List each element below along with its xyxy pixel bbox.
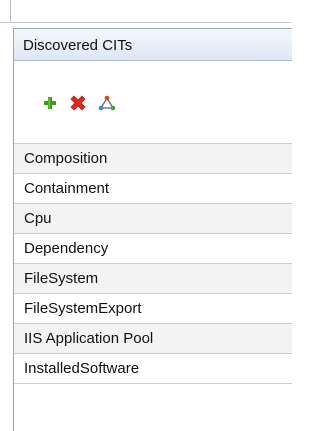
- relations-icon: [98, 95, 116, 111]
- discovered-cits-panel: Discovered CITs Composition Containment …: [13, 28, 292, 431]
- delete-icon: [70, 95, 86, 111]
- list-item-label: FileSystem: [24, 270, 99, 287]
- cit-list: Composition Containment Cpu Dependency FileS…: [14, 143, 292, 384]
- list-item[interactable]: Containment: [14, 174, 292, 204]
- add-icon: [44, 97, 56, 109]
- top-strip: [0, 0, 291, 23]
- panel-header: Discovered CITs: [14, 29, 292, 61]
- top-divider: [10, 0, 11, 22]
- list-item-label: IIS Application Pool: [24, 330, 154, 347]
- list-item[interactable]: IIS Application Pool: [14, 324, 292, 354]
- list-item[interactable]: InstalledSoftware: [14, 354, 292, 384]
- list-item[interactable]: Composition: [14, 144, 292, 174]
- list-item[interactable]: Dependency: [14, 234, 292, 264]
- list-item[interactable]: Cpu: [14, 204, 292, 234]
- list-item-label: Containment: [24, 180, 110, 197]
- panel-toolbar: [14, 91, 292, 115]
- list-item-label: Cpu: [24, 210, 52, 227]
- list-item-label: InstalledSoftware: [24, 360, 140, 377]
- relations-button[interactable]: [95, 91, 119, 115]
- list-item-label: FileSystemExport: [24, 300, 142, 317]
- add-button[interactable]: [38, 91, 62, 115]
- list-item-label: Composition: [24, 150, 108, 167]
- list-item[interactable]: FileSystem: [14, 264, 292, 294]
- list-item[interactable]: FileSystemExport: [14, 294, 292, 324]
- page: Discovered CITs Composition Containment …: [0, 0, 292, 431]
- delete-button[interactable]: [66, 91, 90, 115]
- panel-title: Discovered CITs: [23, 37, 133, 54]
- list-item-label: Dependency: [24, 240, 109, 257]
